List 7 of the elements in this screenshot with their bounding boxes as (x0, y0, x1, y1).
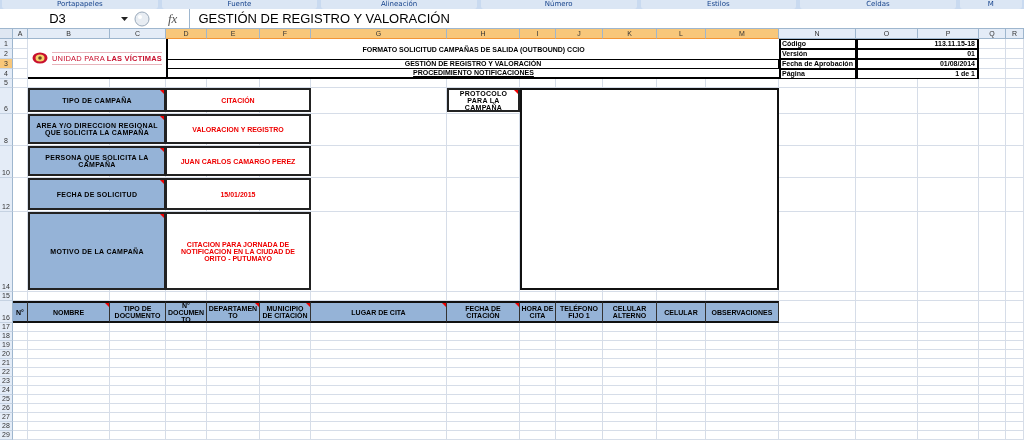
caret-icon[interactable] (121, 16, 128, 21)
name-box[interactable]: D3 (0, 8, 115, 29)
function-button[interactable]: fx (168, 10, 178, 27)
emblem-icon (31, 52, 48, 64)
select-all-corner[interactable] (0, 29, 13, 39)
formula-field[interactable]: GESTIÓN DE REGISTRO Y VALORACIÓN (189, 8, 1024, 29)
round-button-icon[interactable] (134, 10, 150, 27)
